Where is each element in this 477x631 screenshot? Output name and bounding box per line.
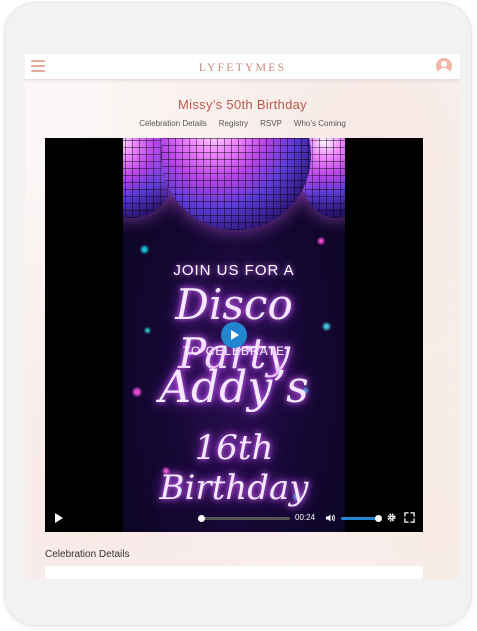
progress-bar[interactable] xyxy=(198,515,290,522)
video-controls: 00:24 xyxy=(45,504,423,532)
page-title: Missy’s 50th Birthday xyxy=(178,97,307,112)
volume-icon[interactable] xyxy=(325,513,335,523)
volume-fill xyxy=(341,517,379,520)
poster-line-1: JOIN US FOR A xyxy=(173,262,295,279)
sparkle xyxy=(141,246,148,253)
section-heading: Celebration Details xyxy=(45,549,130,560)
event-subnav: Celebration Details Registry RSVP Who’s … xyxy=(25,119,460,128)
big-play-button[interactable] xyxy=(221,322,247,348)
poster-line-4: Addy’s xyxy=(159,362,309,413)
tablet-frame: LYFETYMES Missy’s 50th Birthday Celebrat… xyxy=(5,3,471,625)
volume-slider[interactable] xyxy=(341,515,382,522)
disco-ball-image xyxy=(161,138,311,230)
brand-logo[interactable]: LYFETYMES xyxy=(25,60,460,75)
fullscreen-icon[interactable] xyxy=(404,512,415,523)
app-screen: LYFETYMES Missy’s 50th Birthday Celebrat… xyxy=(25,54,460,579)
volume-knob[interactable] xyxy=(375,515,382,522)
nav-rsvp[interactable]: RSVP xyxy=(260,119,282,128)
details-card xyxy=(45,566,423,579)
time-display: 00:24 xyxy=(295,513,316,522)
top-bar: LYFETYMES xyxy=(25,54,460,80)
progress-knob[interactable] xyxy=(198,515,205,522)
gear-icon[interactable] xyxy=(386,512,397,523)
nav-whos-coming[interactable]: Who’s Coming xyxy=(294,119,346,128)
nav-celebration-details[interactable]: Celebration Details xyxy=(139,119,207,128)
poster-line-5: 16th Birthday xyxy=(159,428,309,508)
sparkle xyxy=(318,238,324,244)
video-player[interactable]: JOIN US FOR A Disco Party TO CELEBRATE A… xyxy=(45,138,423,532)
nav-registry[interactable]: Registry xyxy=(219,119,248,128)
profile-icon[interactable] xyxy=(436,58,452,74)
play-icon[interactable] xyxy=(55,513,63,523)
